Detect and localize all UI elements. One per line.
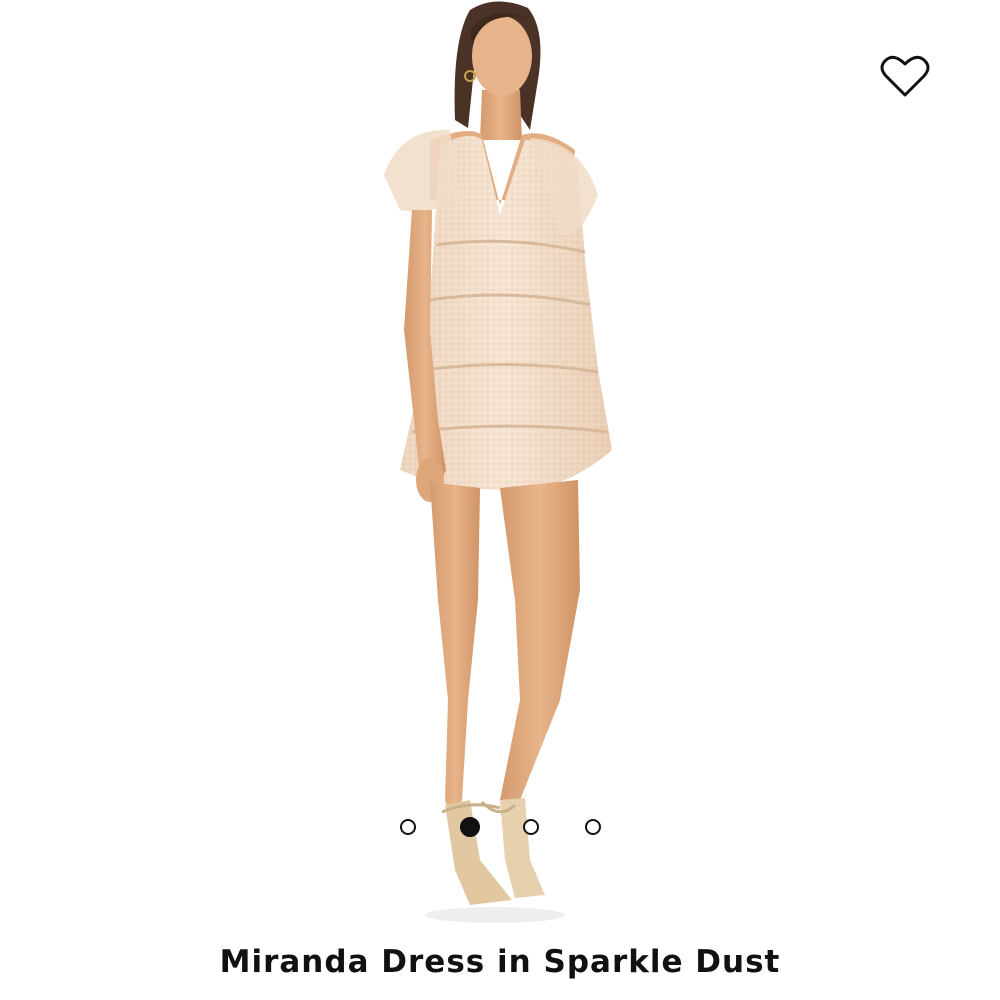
product-title: Miranda Dress in Sparkle Dust [219, 944, 781, 980]
image-carousel-dots [0, 816, 1000, 842]
wishlist-button[interactable] [874, 48, 936, 104]
carousel-dot-3[interactable] [523, 819, 539, 835]
product-image[interactable] [330, 0, 670, 930]
heart-icon [880, 55, 930, 97]
carousel-dot-2[interactable] [460, 817, 480, 837]
product-page: Miranda Dress in Sparkle Dust [0, 0, 1000, 1000]
carousel-dot-1[interactable] [400, 819, 416, 835]
carousel-dot-4[interactable] [585, 819, 601, 835]
